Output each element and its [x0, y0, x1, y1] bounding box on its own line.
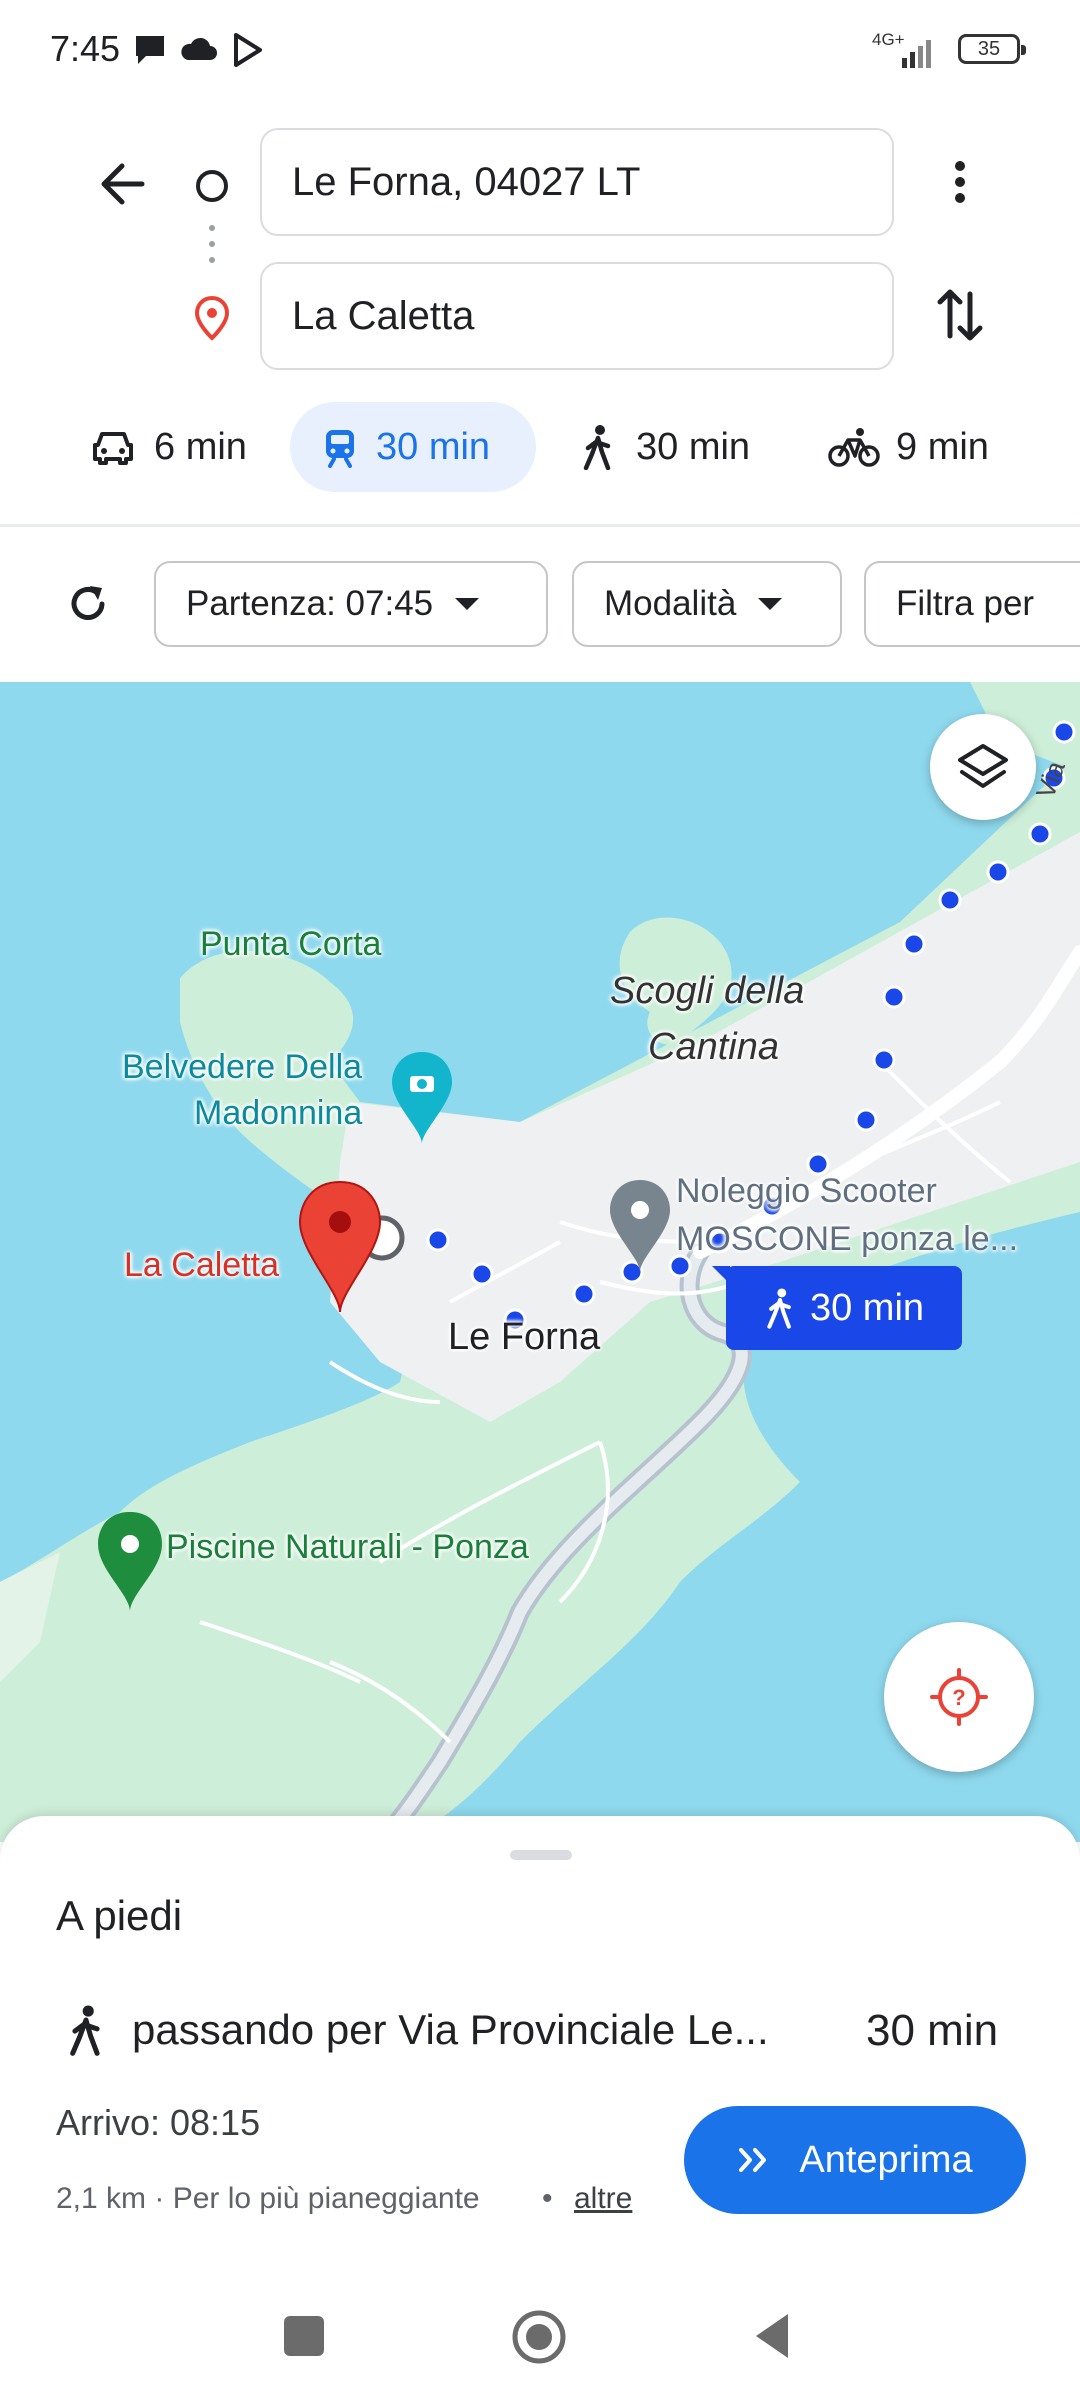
- caret-down-icon: [758, 598, 783, 610]
- destination-pin-icon: [194, 295, 230, 341]
- mode-tab-walk-label: 30 min: [636, 425, 751, 468]
- route-time-badge-label: 30 min: [809, 1286, 925, 1329]
- departure-chip[interactable]: Partenza: 07:45: [154, 561, 548, 647]
- recent-apps-button[interactable]: [284, 2316, 324, 2356]
- origin-field[interactable]: Le Forna, 04027 LT: [260, 128, 894, 236]
- mode-tab-bike[interactable]: 9 min: [828, 402, 989, 492]
- swap-direction-icon[interactable]: [934, 284, 986, 346]
- more-options-icon[interactable]: [942, 152, 978, 212]
- car-icon: [93, 432, 133, 465]
- mode-tab-walk[interactable]: 30 min: [580, 402, 750, 492]
- origin-field-text[interactable]: Le Forna, 04027 LT: [292, 160, 640, 205]
- train-icon: [326, 430, 354, 468]
- filter-chip[interactable]: Filtra per: [864, 561, 1080, 647]
- mode-tab-transit-label: 30 min: [376, 425, 491, 468]
- bottom-sheet[interactable]: A piedi passando per Via Provinciale Le.…: [0, 1816, 1080, 2400]
- my-location-button[interactable]: ?: [884, 1622, 1034, 1772]
- walk-icon: [767, 1288, 791, 1329]
- route-dots-icon: [209, 225, 215, 263]
- arrival-time: Arrivo: 08:15: [56, 2102, 261, 2143]
- mode-tab-bike-label: 9 min: [896, 425, 989, 468]
- sheet-title: A piedi: [56, 1892, 183, 1939]
- walk-icon: [583, 425, 611, 470]
- map-label-scogli-line1: Scogli della: [610, 970, 805, 1012]
- sheet-drag-handle[interactable]: [510, 1850, 572, 1860]
- route-description[interactable]: passando per Via Provinciale Le...: [132, 2006, 769, 2054]
- more-link[interactable]: altre: [574, 2182, 632, 2216]
- filter-chip-label: Filtra per: [896, 584, 1035, 623]
- map-label-noleggio-line2: MOSCONE ponza le...: [676, 1220, 1019, 1258]
- caret-down-icon: [455, 598, 480, 610]
- back-nav-button[interactable]: [750, 2310, 794, 2362]
- preview-button-label: Anteprima: [799, 2138, 973, 2181]
- origin-circle-icon: [196, 170, 228, 202]
- map-label-noleggio-line1: Noleggio Scooter: [676, 1172, 937, 1210]
- mode-tab-car-label: 6 min: [154, 425, 247, 468]
- departure-chip-label: Partenza: 07:45: [186, 584, 434, 623]
- status-bar: 7:45 4G+ 35: [0, 0, 1080, 100]
- chat-notification-icon: [136, 36, 164, 64]
- layers-icon: [958, 744, 1008, 788]
- double-chevron-icon: [739, 2148, 767, 2172]
- destination-field[interactable]: La Caletta: [260, 262, 894, 370]
- back-arrow-icon[interactable]: [96, 158, 148, 210]
- route-duration: 30 min: [866, 2006, 999, 2055]
- badge-pointer: [712, 1266, 730, 1284]
- location-target-icon: ?: [930, 1668, 988, 1726]
- home-button[interactable]: [508, 2306, 570, 2368]
- map-label-le-forna: Le Forna: [448, 1316, 601, 1358]
- map-label-punta-corta: Punta Corta: [200, 925, 382, 963]
- destination-field-text[interactable]: La Caletta: [292, 294, 474, 339]
- battery-icon: 35: [958, 34, 1026, 64]
- svg-text:?: ?: [952, 1685, 965, 1710]
- play-store-icon: [234, 33, 262, 67]
- map-label-piscine: Piscine Naturali - Ponza: [166, 1528, 529, 1566]
- mode-chip[interactable]: Modalità: [572, 561, 842, 647]
- layers-button[interactable]: [930, 714, 1036, 820]
- mode-chip-label: Modalità: [604, 584, 737, 623]
- battery-level: 35: [977, 38, 1001, 60]
- signal-icon: [902, 40, 931, 68]
- map-label-scogli-line2: Cantina: [648, 1026, 779, 1068]
- map-label-belvedere-line1: Belvedere Della: [122, 1048, 363, 1086]
- walk-icon: [70, 2005, 100, 2056]
- bicycle-icon: [828, 428, 880, 467]
- mode-tab-transit[interactable]: 30 min: [290, 402, 536, 492]
- refresh-icon[interactable]: [62, 578, 114, 630]
- details-separator: •: [542, 2182, 553, 2215]
- map-view[interactable]: Punta Corta Belvedere Della Madonnina Sc…: [0, 682, 1080, 1842]
- map-label-la-caletta: La Caletta: [124, 1246, 279, 1284]
- preview-button[interactable]: Anteprima: [684, 2106, 1026, 2214]
- mode-tab-car[interactable]: 6 min: [90, 402, 247, 492]
- cloud-icon: [181, 37, 217, 60]
- map-label-belvedere-line2: Madonnina: [194, 1094, 363, 1132]
- route-time-badge[interactable]: 30 min: [726, 1266, 962, 1350]
- route-details: 2,1 km · Per lo più pianeggiante: [56, 2182, 480, 2215]
- status-time: 7:45: [50, 28, 121, 69]
- header-divider: [0, 524, 1080, 527]
